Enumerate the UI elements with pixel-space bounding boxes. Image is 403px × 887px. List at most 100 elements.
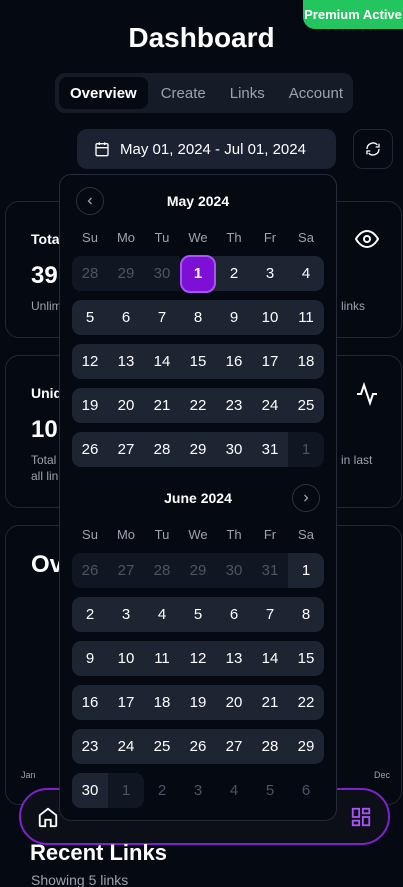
day[interactable]: 2 xyxy=(216,256,252,291)
day[interactable]: 21 xyxy=(144,388,180,423)
tab-bar: Overview Create Links Account xyxy=(55,73,353,113)
day[interactable]: 17 xyxy=(252,344,288,379)
day[interactable]: 10 xyxy=(108,641,144,676)
day[interactable]: 11 xyxy=(288,300,324,335)
outside-day[interactable]: 28 xyxy=(72,265,108,282)
day[interactable]: 26 xyxy=(180,729,216,764)
day[interactable]: 13 xyxy=(216,641,252,676)
day[interactable]: 23 xyxy=(72,729,108,764)
day[interactable]: 22 xyxy=(180,388,216,423)
day[interactable]: 14 xyxy=(144,344,180,379)
day[interactable]: 9 xyxy=(216,300,252,335)
tab-create[interactable]: Create xyxy=(150,77,217,109)
day[interactable]: 19 xyxy=(180,685,216,720)
outside-day[interactable]: 4 xyxy=(216,782,252,799)
day[interactable]: 2 xyxy=(72,597,108,632)
day[interactable]: 6 xyxy=(216,597,252,632)
day[interactable]: 5 xyxy=(180,597,216,632)
day[interactable]: 24 xyxy=(108,729,144,764)
day[interactable]: 11 xyxy=(144,641,180,676)
day[interactable]: 23 xyxy=(216,388,252,423)
day[interactable]: 12 xyxy=(180,641,216,676)
card-value: 39 xyxy=(31,262,58,289)
weekday-label: Tu xyxy=(154,527,170,542)
calendar-popover: May 2024 Su Mo Tu We Th Fr Sa 28 29 30 1… xyxy=(59,174,337,821)
chart-end-label: Dec xyxy=(374,770,391,780)
weekday-label: Sa xyxy=(298,230,314,245)
day[interactable]: 17 xyxy=(108,685,144,720)
day[interactable]: 25 xyxy=(144,729,180,764)
outside-day[interactable]: 3 xyxy=(180,782,216,799)
day[interactable]: 7 xyxy=(252,597,288,632)
day[interactable]: 18 xyxy=(144,685,180,720)
outside-day[interactable]: 30 xyxy=(144,265,180,282)
card-sub-right: in last xyxy=(341,453,373,467)
day[interactable]: 15 xyxy=(180,344,216,379)
day[interactable]: 3 xyxy=(108,597,144,632)
day[interactable]: 3 xyxy=(252,256,288,291)
day[interactable]: 4 xyxy=(288,256,324,291)
day[interactable]: 28 xyxy=(252,729,288,764)
outside-day[interactable]: 6 xyxy=(288,782,324,799)
day[interactable]: 15 xyxy=(288,641,324,676)
day[interactable]: 26 xyxy=(72,432,108,467)
outside-day[interactable]: 5 xyxy=(252,782,288,799)
grid-icon[interactable] xyxy=(350,806,372,828)
day[interactable]: 12 xyxy=(72,344,108,379)
tab-links[interactable]: Links xyxy=(219,77,276,109)
outside-day[interactable]: 1 xyxy=(108,782,144,799)
day[interactable]: 13 xyxy=(108,344,144,379)
day[interactable]: 29 xyxy=(288,729,324,764)
day[interactable]: 7 xyxy=(144,300,180,335)
day[interactable]: 30 xyxy=(72,773,108,808)
outside-day[interactable]: 2 xyxy=(144,782,180,799)
outside-day[interactable]: 29 xyxy=(108,265,144,282)
tab-overview[interactable]: Overview xyxy=(59,77,148,109)
outside-day[interactable]: 28 xyxy=(144,562,180,579)
day[interactable]: 30 xyxy=(216,432,252,467)
day-selected[interactable]: 1 xyxy=(180,254,216,293)
next-month-button[interactable] xyxy=(292,484,320,512)
day[interactable]: 20 xyxy=(216,685,252,720)
day[interactable]: 9 xyxy=(72,641,108,676)
outside-day[interactable]: 27 xyxy=(108,562,144,579)
day[interactable]: 16 xyxy=(72,685,108,720)
day[interactable]: 25 xyxy=(288,388,324,423)
day[interactable]: 10 xyxy=(252,300,288,335)
day[interactable]: 16 xyxy=(216,344,252,379)
day[interactable]: 14 xyxy=(252,641,288,676)
day[interactable]: 27 xyxy=(216,729,252,764)
day[interactable]: 1 xyxy=(288,553,324,588)
day[interactable]: 27 xyxy=(108,432,144,467)
day[interactable]: 24 xyxy=(252,388,288,423)
outside-day[interactable]: 30 xyxy=(216,562,252,579)
outside-day[interactable]: 31 xyxy=(252,562,288,579)
outside-day[interactable]: 29 xyxy=(180,562,216,579)
calendar-week: 12 13 14 15 16 17 18 xyxy=(72,344,324,379)
chart-start-label: Jan xyxy=(21,770,36,780)
day[interactable]: 31 xyxy=(252,432,288,467)
day[interactable]: 5 xyxy=(72,300,108,335)
calendar-week: 9 10 11 12 13 14 15 xyxy=(72,641,324,676)
date-range-label: May 01, 2024 - Jul 01, 2024 xyxy=(120,140,306,158)
date-range-button[interactable]: May 01, 2024 - Jul 01, 2024 xyxy=(77,129,336,169)
card-sub: Total xyxy=(31,453,57,467)
refresh-button[interactable] xyxy=(353,129,393,169)
day[interactable]: 20 xyxy=(108,388,144,423)
day[interactable]: 22 xyxy=(288,685,324,720)
day[interactable]: 18 xyxy=(288,344,324,379)
tab-account[interactable]: Account xyxy=(278,77,354,109)
day[interactable]: 8 xyxy=(180,300,216,335)
outside-day[interactable]: 1 xyxy=(288,432,324,467)
day[interactable]: 21 xyxy=(252,685,288,720)
refresh-icon xyxy=(366,142,380,156)
day[interactable]: 29 xyxy=(180,432,216,467)
day[interactable]: 8 xyxy=(288,597,324,632)
page-title: Dashboard xyxy=(128,22,275,53)
day[interactable]: 6 xyxy=(108,300,144,335)
home-icon[interactable] xyxy=(37,806,59,828)
day[interactable]: 19 xyxy=(72,388,108,423)
day[interactable]: 28 xyxy=(144,432,180,467)
day[interactable]: 4 xyxy=(144,597,180,632)
outside-day[interactable]: 26 xyxy=(72,562,108,579)
